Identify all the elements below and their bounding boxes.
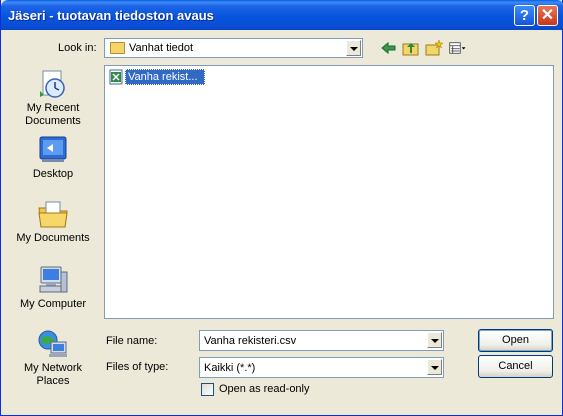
network-places-label: My Network Places [23, 362, 83, 387]
desktop-label: Desktop [32, 168, 74, 180]
up-one-level-icon[interactable] [402, 39, 420, 57]
file-name-value: Vanha rekisteri.csv [204, 335, 297, 347]
back-icon[interactable] [380, 39, 398, 57]
read-only-label: Open as read-only [219, 383, 310, 395]
file-list-item[interactable]: Vanha rekist... [108, 69, 205, 85]
views-menu-icon[interactable] [449, 39, 467, 57]
files-of-type-label-text: Files of type: [106, 361, 169, 373]
my-computer-icon [39, 266, 68, 293]
new-folder-icon[interactable] [425, 39, 443, 57]
places-my-computer[interactable]: My Computer [11, 264, 95, 311]
open-file-dialog: Jäseri - tuotavan tiedoston avaus ? ✕ Lo… [0, 0, 563, 416]
title-bar[interactable]: Jäseri - tuotavan tiedoston avaus ? ✕ [1, 0, 563, 30]
file-list-view[interactable]: Vanha rekist... [104, 65, 554, 319]
look-in-label: Look in: [58, 42, 97, 54]
file-name-field-label: File name: [106, 335, 157, 347]
recent-documents-icon [40, 70, 65, 98]
places-desktop[interactable]: Desktop [11, 134, 95, 181]
file-name-dropdown-arrow-icon[interactable] [427, 332, 442, 348]
csv-file-icon [109, 69, 123, 85]
read-only-checkbox[interactable] [201, 383, 214, 396]
places-my-documents[interactable]: My Documents [11, 198, 95, 245]
recent-documents-label: My Recent Documents [25, 102, 81, 127]
places-recent-documents[interactable]: My Recent Documents [11, 68, 95, 128]
files-of-type-value: Kaikki (*.*) [204, 362, 256, 374]
look-in-label-text: Look in: [58, 42, 97, 54]
close-button[interactable]: ✕ [537, 5, 558, 26]
my-documents-label: My Documents [16, 232, 90, 244]
file-name-label-text: File name: [106, 335, 158, 347]
files-of-type-dropdown-arrow-icon[interactable] [427, 359, 442, 375]
desktop-icon [39, 136, 67, 162]
files-of-type-dropdown[interactable]: Kaikki (*.*) [199, 357, 444, 378]
cancel-button[interactable]: Cancel [478, 355, 553, 378]
help-button[interactable]: ? [514, 5, 535, 26]
look-in-value: Vanhat tiedot [129, 42, 194, 54]
places-my-network-places[interactable]: My Network Places [11, 328, 95, 388]
network-places-icon [38, 330, 67, 357]
my-computer-label: My Computer [19, 298, 87, 310]
look-in-dropdown[interactable]: Vanhat tiedot [104, 38, 363, 58]
my-documents-icon [38, 201, 68, 228]
file-name-label: Vanha rekist... [125, 69, 205, 85]
file-name-input[interactable]: Vanha rekisteri.csv [199, 330, 444, 351]
window-title: Jäseri - tuotavan tiedoston avaus [8, 8, 214, 23]
files-of-type-label: Files of type: [106, 361, 168, 373]
folder-icon [110, 42, 125, 54]
dropdown-arrow-icon[interactable] [346, 40, 361, 56]
open-button[interactable]: Open [478, 329, 553, 352]
